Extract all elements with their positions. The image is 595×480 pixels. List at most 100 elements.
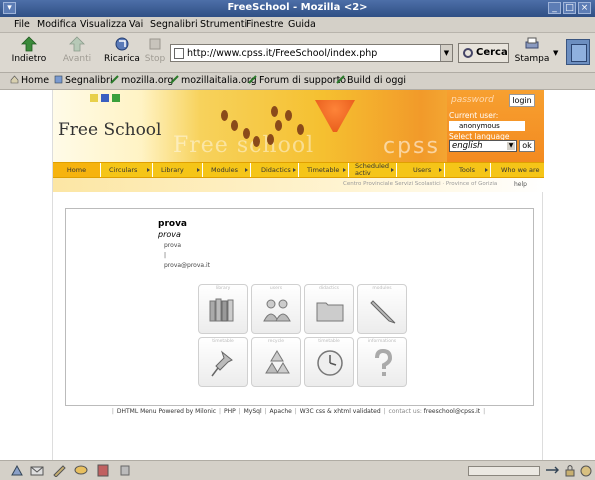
footer-milonic-link[interactable]: DHTML Menu Powered by Milonic [117,408,216,415]
language-select[interactable]: english ▼ [449,140,517,152]
footer-php-link[interactable]: PHP [224,408,236,415]
reload-icon [115,37,129,51]
coffee-bean-icon [267,134,274,145]
menu-finestre[interactable]: Finestre [246,19,284,30]
current-user-label: Current user: [449,111,499,120]
bookmark-icon [248,75,257,84]
url-dropdown-icon[interactable]: ▼ [440,45,452,61]
language-ok-button[interactable]: ok [519,140,535,152]
menu-item-scheduled[interactable]: Scheduled activ [349,163,397,177]
url-input[interactable] [187,46,435,60]
cookie-icon[interactable] [579,464,593,477]
tile-recycle[interactable]: recycle [251,337,301,387]
coffee-bean-icon [271,106,278,117]
coffee-bean-icon [243,128,250,139]
menu-item-users[interactable]: Users [397,163,445,177]
mozilla-logo-icon [566,39,590,65]
tile-modules[interactable]: modules [357,284,407,334]
browser-content[interactable]: Free School Free school cpss password lo… [0,90,595,460]
online-status-icon[interactable] [545,464,559,477]
login-panel: password login Current user: anonymous S… [447,90,544,162]
tile-library[interactable]: library [198,284,248,334]
security-lock-icon[interactable] [563,464,577,477]
print-button[interactable]: Stampa [514,35,550,69]
profile-subtitle: prova [158,230,181,239]
main-panel: prova prova prova | prova@prova.it libra… [65,208,534,406]
tile-users[interactable]: users [251,284,301,334]
footer-apache-link[interactable]: Apache [269,408,291,415]
submenu-arrow-icon [293,168,296,172]
footer-w3c-link[interactable]: W3C css & xhtml validated [300,408,381,415]
status-bar [0,460,595,480]
mail-icon[interactable] [30,464,44,477]
menu-vai[interactable]: Vai [129,19,143,30]
menu-guida[interactable]: Guida [288,19,316,30]
footer-mysql-link[interactable]: MySql [244,408,262,415]
back-label: Indietro [11,54,47,64]
minimize-icon[interactable]: _ [548,2,561,14]
search-button[interactable]: Cerca [458,43,509,63]
bookmark-icon [170,75,179,84]
profile-email[interactable]: prova@prova.it [164,262,210,269]
bookmark-build[interactable]: Build di oggi [336,75,406,86]
books-icon [209,298,234,322]
stop-icon [149,38,161,50]
clock-icon [317,350,343,376]
menu-item-didactics[interactable]: Didactics [251,163,299,177]
back-arrow-icon [21,36,37,52]
help-link[interactable]: help [514,181,527,188]
stop-button[interactable]: Stop [144,35,166,69]
menu-item-tools[interactable]: Tools [445,163,491,177]
status-icon [120,465,130,476]
menu-item-circulars[interactable]: Circulars [101,163,153,177]
menu-modifica[interactable]: Modifica [37,19,77,30]
reload-button[interactable]: Ricarica [104,35,140,69]
menu-item-modules[interactable]: Modules [203,163,251,177]
bookmark-home[interactable]: Home [10,75,49,86]
tile-clock[interactable]: timetable [304,337,354,387]
print-label: Stampa [514,54,550,64]
tile-timetable[interactable]: timetable [198,337,248,387]
close-icon[interactable]: × [578,2,591,14]
bookmark-mozilla-org[interactable]: mozilla.org [110,75,173,86]
addressbook-icon[interactable] [96,464,110,477]
menu-segnalibri[interactable]: Segnalibri [150,19,198,30]
menu-item-timetable[interactable]: Timetable [299,163,349,177]
footer-contact-label: contact us: [388,408,422,415]
bookmark-forum[interactable]: Forum di supporto [248,75,346,86]
search-label: Cerca [476,47,508,58]
tile-informations[interactable]: informations [357,337,407,387]
menu-item-library[interactable]: Library [153,163,203,177]
bookmark-icon [110,75,119,84]
maximize-icon[interactable]: □ [563,2,576,14]
menu-item-who-we-are[interactable]: Who we are [491,163,544,177]
recycle-icon [265,350,290,374]
footer-email-link[interactable]: freeschool@cpss.it [424,408,480,415]
back-button[interactable]: Indietro [10,35,48,69]
bookmark-segnalibri[interactable]: Segnalibri [54,75,113,86]
forward-arrow-icon [69,36,85,52]
composer-icon[interactable] [52,464,66,477]
forward-button[interactable]: Avanti [60,35,94,69]
menu-strumenti[interactable]: Strumenti [200,19,247,30]
banner-cpss: cpss [383,134,440,159]
print-dropdown-icon[interactable]: ▼ [553,49,558,57]
chat-icon[interactable] [74,464,88,477]
yellow-square-icon [90,94,98,102]
breadcrumb: Centro Provinciale Servizi Scolastici · … [343,181,498,187]
profile-separator: | [164,252,167,259]
coffee-bean-icon [231,120,238,131]
profile-name: prova [158,219,188,229]
url-bar[interactable]: ▼ [170,44,453,62]
menu-visualizza[interactable]: Visualizza [80,19,127,30]
menu-bar: File Modifica Visualizza Vai Segnalibri … [0,17,595,33]
window-title: FreeSchool - Mozilla <2> [227,2,368,13]
tile-didactics[interactable]: didactics [304,284,354,334]
menu-file[interactable]: File [14,19,30,30]
login-button[interactable]: login [509,94,535,107]
menu-item-home[interactable]: Home [53,163,101,177]
forward-label: Avanti [62,54,92,64]
password-hint[interactable]: password [451,95,494,105]
navigator-icon[interactable] [10,464,24,477]
bookmark-mozillaitalia-org[interactable]: mozillaitalia.org [170,75,257,86]
